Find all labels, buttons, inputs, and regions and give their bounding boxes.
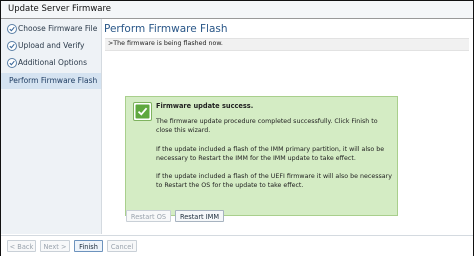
finish-button[interactable]: Finish — [74, 240, 103, 252]
next-button[interactable]: Next > — [40, 240, 70, 252]
success-notice: Firmware update success. The firmware up… — [125, 96, 398, 216]
notice-title: Firmware update success. — [156, 102, 254, 110]
restart-os-button[interactable]: Restart OS — [126, 210, 171, 222]
step-label: Perform Firmware Flash — [9, 76, 98, 85]
back-button[interactable]: < Back — [7, 240, 36, 252]
wizard-steps-sidebar: Choose Firmware File Upload and Verify A… — [1, 19, 102, 234]
notice-paragraph: If the update included a flash of the IM… — [156, 146, 385, 162]
cancel-button[interactable]: Cancel — [107, 240, 137, 252]
step-additional-options[interactable]: Additional Options — [1, 55, 101, 71]
notice-paragraph: If the update included a flash of the UE… — [156, 173, 392, 189]
step-label: Upload and Verify — [18, 41, 85, 50]
notice-paragraph: The firmware update procedure completed … — [156, 118, 378, 134]
title-bar: Update Server Firmware — [1, 1, 473, 19]
step-choose-firmware-file[interactable]: Choose Firmware File — [1, 21, 101, 37]
window-title: Update Server Firmware — [8, 4, 112, 14]
step-description-bar: >The firmware is being flashed now. — [105, 38, 469, 51]
checkmark-icon — [133, 102, 152, 121]
firmware-wizard-window: Update Server Firmware Choose Firmware F… — [0, 0, 474, 256]
step-label: Additional Options — [18, 58, 87, 67]
wizard-content: Perform Firmware Flash >The firmware is … — [102, 19, 473, 234]
step-label: Choose Firmware File — [18, 24, 98, 33]
step-complete-check-icon — [7, 58, 17, 68]
step-description: >The firmware is being flashed now. — [108, 40, 223, 47]
restart-imm-button[interactable]: Restart IMM — [175, 210, 224, 222]
step-complete-check-icon — [7, 24, 17, 34]
step-upload-and-verify[interactable]: Upload and Verify — [1, 38, 101, 54]
page-title: Perform Firmware Flash — [104, 23, 228, 35]
wizard-footer: < Back Next > Finish Cancel — [1, 235, 473, 256]
step-perform-firmware-flash[interactable]: Perform Firmware Flash — [1, 73, 101, 89]
step-complete-check-icon — [7, 41, 17, 51]
